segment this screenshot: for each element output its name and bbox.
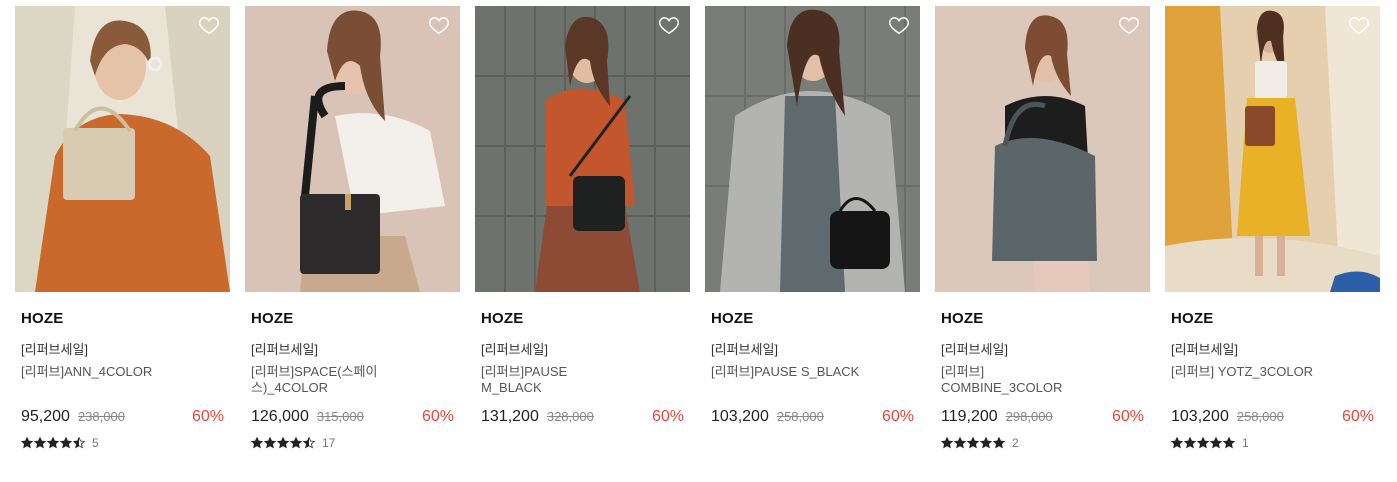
review-count[interactable]: 1 — [1242, 436, 1249, 450]
product-name[interactable]: [리퍼브]ANN_4COLOR — [21, 364, 171, 380]
wishlist-heart-icon[interactable] — [1118, 14, 1140, 36]
original-price: 238,000 — [77, 409, 125, 424]
star-icon — [264, 437, 276, 449]
brand-name[interactable]: HOZE — [251, 310, 293, 327]
product-card[interactable]: HOZE [리퍼브세일] [리퍼브]PAUSE S_BLACK 103,200 2… — [705, 6, 920, 466]
star-icon — [1210, 437, 1222, 449]
sale-price: 103,200 — [711, 408, 769, 425]
star-icon — [993, 437, 1005, 449]
promo-tag[interactable]: [리퍼브세일] — [941, 339, 1008, 358]
review-count[interactable]: 17 — [322, 436, 335, 450]
discount-rate: 60% — [191, 408, 224, 425]
wishlist-heart-icon[interactable] — [888, 14, 910, 36]
wishlist-heart-icon[interactable] — [1348, 14, 1370, 36]
price-row: 119,200 298,000 — [941, 408, 1053, 426]
product-photo[interactable] — [1165, 6, 1380, 292]
discount-rate: 60% — [881, 408, 914, 425]
promo-tag[interactable]: [리퍼브세일] — [481, 339, 548, 358]
sale-price: 131,200 — [481, 408, 539, 425]
star-icon — [277, 437, 289, 449]
star-rating — [941, 437, 1006, 449]
star-icon — [941, 437, 953, 449]
discount-rate: 60% — [1111, 408, 1144, 425]
product-name[interactable]: [리퍼브]PAUSE S_BLACK — [711, 364, 861, 380]
star-icon — [1223, 437, 1235, 449]
wishlist-heart-icon[interactable] — [658, 14, 680, 36]
rating: 1 — [1171, 436, 1249, 450]
brand-name[interactable]: HOZE — [481, 310, 523, 327]
product-card[interactable]: HOZE [리퍼브세일] [리퍼브]PAUSE M_BLACK 131,200 3… — [475, 6, 690, 466]
original-price: 328,000 — [546, 409, 594, 424]
discount-rate: 60% — [421, 408, 454, 425]
product-name[interactable]: [리퍼브] YOTZ_3COLOR — [1171, 364, 1321, 380]
star-rating — [251, 437, 316, 449]
product-photo[interactable] — [705, 6, 920, 292]
price-row: 103,200 258,000 — [711, 408, 824, 426]
promo-tag[interactable]: [리퍼브세일] — [1171, 339, 1238, 358]
brand-name[interactable]: HOZE — [941, 310, 983, 327]
star-rating — [21, 437, 86, 449]
wishlist-heart-icon[interactable] — [428, 14, 450, 36]
price-row: 126,000 315,000 — [251, 408, 364, 426]
product-name[interactable]: [리퍼브]PAUSE M_BLACK — [481, 364, 631, 396]
star-icon — [47, 437, 59, 449]
review-count[interactable]: 2 — [1012, 436, 1019, 450]
star-icon — [251, 437, 263, 449]
discount-rate: 60% — [651, 408, 684, 425]
product-photo[interactable] — [245, 6, 460, 292]
original-price: 258,000 — [776, 409, 824, 424]
brand-name[interactable]: HOZE — [1171, 310, 1213, 327]
product-card[interactable]: HOZE [리퍼브세일] [리퍼브]SPACE(스페이스)_4COLOR 126… — [245, 6, 460, 466]
product-card[interactable]: HOZE [리퍼브세일] [리퍼브] COMBINE_3COLOR 119,20… — [935, 6, 1150, 466]
star-icon — [21, 437, 33, 449]
product-photo[interactable] — [15, 6, 230, 292]
rating: 17 — [251, 436, 335, 450]
promo-tag[interactable]: [리퍼브세일] — [21, 339, 88, 358]
promo-tag[interactable]: [리퍼브세일] — [251, 339, 318, 358]
rating: 2 — [941, 436, 1019, 450]
star-icon — [1197, 437, 1209, 449]
star-icon — [34, 437, 46, 449]
sale-price: 126,000 — [251, 408, 309, 425]
product-photo[interactable] — [475, 6, 690, 292]
original-price: 315,000 — [316, 409, 364, 424]
review-count[interactable]: 5 — [92, 436, 99, 450]
price-row: 95,200 238,000 — [21, 408, 125, 426]
star-icon — [60, 437, 72, 449]
product-photo[interactable] — [935, 6, 1150, 292]
product-card[interactable]: HOZE [리퍼브세일] [리퍼브]ANN_4COLOR 95,200 238,0… — [15, 6, 230, 466]
discount-rate: 60% — [1341, 408, 1374, 425]
original-price: 258,000 — [1236, 409, 1284, 424]
wishlist-heart-icon[interactable] — [198, 14, 220, 36]
sale-price: 119,200 — [941, 408, 998, 425]
sale-price: 95,200 — [21, 408, 70, 425]
star-rating — [1171, 437, 1236, 449]
rating: 5 — [21, 436, 99, 450]
price-row: 131,200 328,000 — [481, 408, 594, 426]
product-grid: HOZE [리퍼브세일] [리퍼브]ANN_4COLOR 95,200 238,0… — [0, 0, 1397, 482]
star-icon — [980, 437, 992, 449]
sale-price: 103,200 — [1171, 408, 1229, 425]
product-name[interactable]: [리퍼브] COMBINE_3COLOR — [941, 364, 1091, 396]
star-icon — [303, 437, 315, 449]
star-icon — [73, 437, 85, 449]
product-card[interactable]: HOZE [리퍼브세일] [리퍼브] YOTZ_3COLOR 103,200 25… — [1165, 6, 1380, 466]
star-icon — [954, 437, 966, 449]
promo-tag[interactable]: [리퍼브세일] — [711, 339, 778, 358]
original-price: 298,000 — [1005, 409, 1053, 424]
star-icon — [290, 437, 302, 449]
star-icon — [1184, 437, 1196, 449]
brand-name[interactable]: HOZE — [21, 310, 63, 327]
brand-name[interactable]: HOZE — [711, 310, 753, 327]
price-row: 103,200 258,000 — [1171, 408, 1284, 426]
star-icon — [1171, 437, 1183, 449]
product-name[interactable]: [리퍼브]SPACE(스페이스)_4COLOR — [251, 364, 401, 396]
star-icon — [967, 437, 979, 449]
